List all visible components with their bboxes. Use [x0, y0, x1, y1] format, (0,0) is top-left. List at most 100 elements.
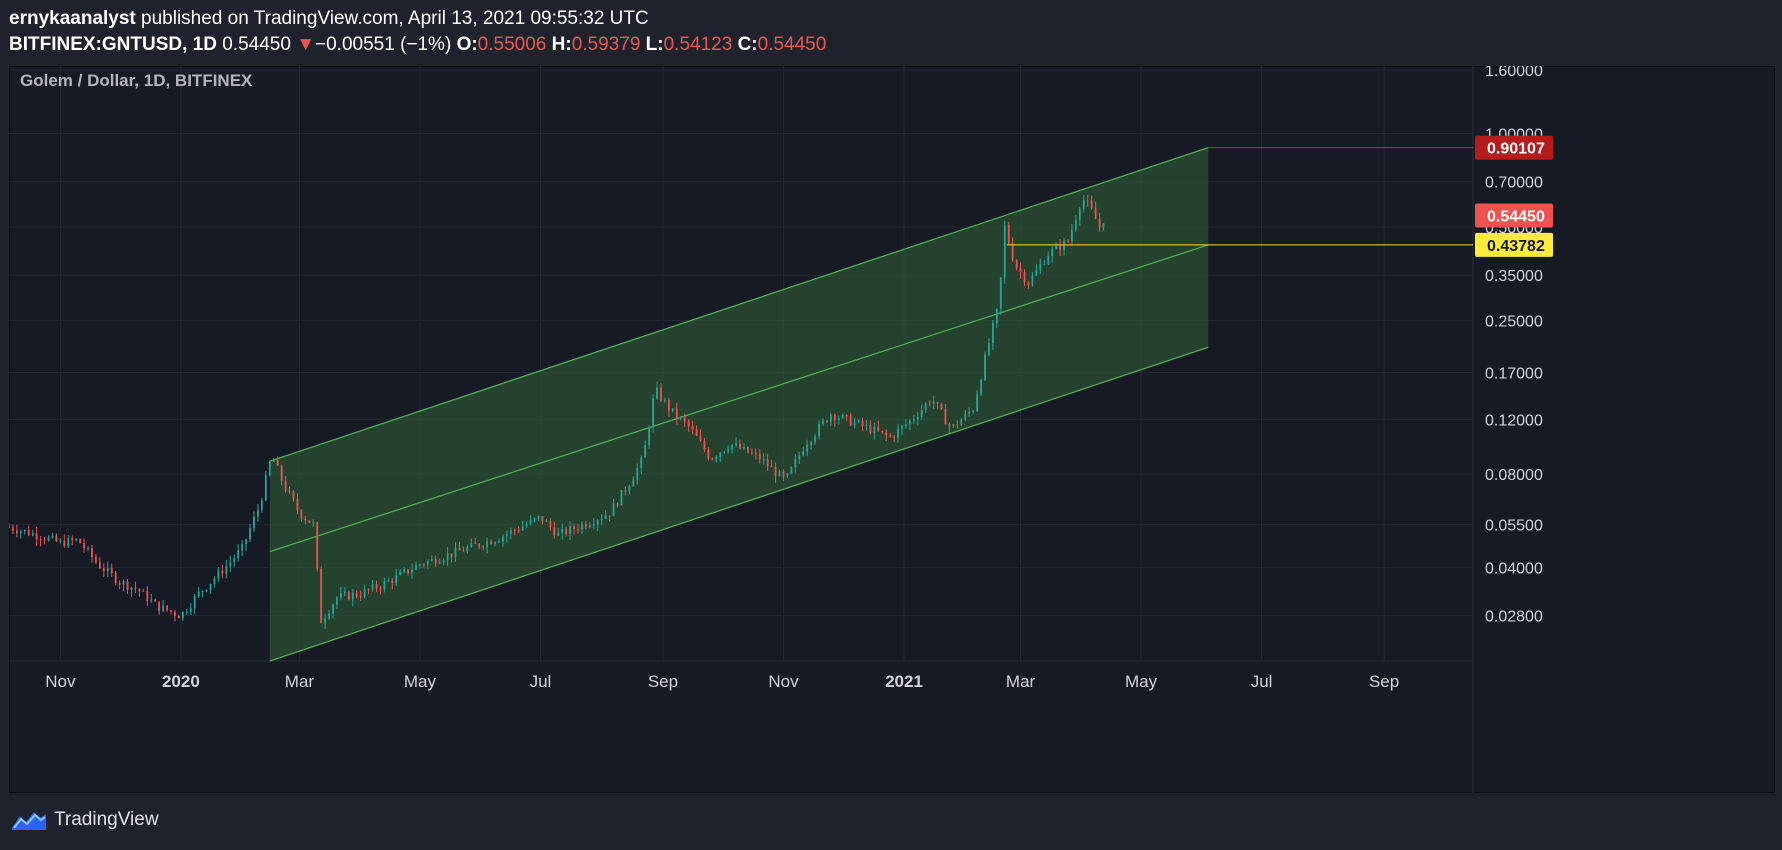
candle-body [75, 539, 78, 541]
candle-body [1055, 245, 1058, 250]
candle-body [865, 425, 868, 427]
candle-body [83, 543, 85, 549]
candle-body [1094, 208, 1097, 219]
candle-body [715, 457, 718, 460]
candle-body [67, 538, 70, 547]
channel-middle-line[interactable] [269, 244, 1209, 553]
candle-body [312, 522, 315, 524]
candle-body [683, 417, 686, 422]
candle-body [822, 420, 824, 425]
x-tick-label: Sep [648, 672, 678, 691]
high-value: 0.59379 [571, 34, 641, 55]
candle-body [992, 323, 994, 344]
candle-body [470, 542, 473, 548]
candle-body [276, 459, 279, 466]
candle-body [95, 557, 97, 563]
candle-body [988, 343, 990, 355]
candle-body [462, 550, 465, 552]
candle-body [968, 411, 971, 414]
candle-body [1043, 264, 1046, 266]
last-price: 0.54450 [222, 34, 291, 55]
y-tick-label: 0.25000 [1485, 313, 1543, 330]
candle-body [343, 592, 346, 594]
candle-body [841, 414, 844, 419]
candle-body [869, 425, 872, 434]
candle-body [861, 420, 864, 426]
y-tick-label: 1.60000 [1485, 66, 1543, 80]
candle-body [525, 524, 528, 527]
candle-body [616, 503, 619, 506]
tradingview-logo-icon[interactable] [10, 808, 48, 832]
candle-body [166, 605, 168, 611]
candle-body [557, 532, 560, 536]
candle-body [707, 449, 710, 459]
candle-body [494, 542, 496, 545]
candle-body [541, 515, 544, 522]
candle-body [51, 535, 54, 538]
candle-body [691, 426, 694, 430]
candle-body [980, 379, 982, 395]
candle-body [300, 510, 303, 519]
candle-body [513, 530, 516, 532]
candle-body [213, 578, 216, 584]
candle-body [719, 452, 722, 458]
candle-body [1027, 282, 1030, 286]
candle-body [964, 413, 967, 420]
x-tick-label: Jul [1251, 672, 1273, 691]
candle-body [35, 533, 38, 540]
candle-body [885, 431, 888, 436]
candle-body [19, 531, 22, 534]
candle-body [47, 537, 50, 541]
candle-body [205, 589, 208, 592]
candle-body [257, 509, 259, 517]
candle-body [264, 475, 267, 501]
candle-body [347, 592, 350, 600]
candle-body [446, 553, 449, 561]
chart-legend-title: Golem / Dollar, 1D, BITFINEX [20, 71, 253, 90]
candle-body [671, 408, 674, 411]
candle-body [956, 424, 959, 426]
y-tick-label: 0.17000 [1485, 365, 1543, 382]
candle-body [505, 534, 508, 537]
price-chart[interactable]: 1.600001.000000.700000.500000.350000.250… [9, 66, 1775, 793]
candle-body [565, 528, 568, 535]
candle-body [750, 452, 753, 454]
candle-body [284, 480, 287, 491]
chart-header: ernykaanalyst published on TradingView.c… [9, 6, 826, 58]
candle-body [960, 419, 963, 426]
candle-body [178, 615, 180, 619]
candle-body [43, 539, 46, 541]
candle-body [399, 571, 402, 575]
x-tick-label: 2021 [885, 672, 923, 691]
candle-body [889, 435, 892, 437]
candle-body [197, 591, 200, 597]
candle-body [336, 597, 338, 605]
candle-body [545, 521, 548, 523]
candle-body [237, 550, 240, 559]
candle-body [91, 547, 93, 558]
candle-body [1078, 208, 1081, 220]
candle-body [55, 535, 58, 542]
candle-body [1039, 264, 1042, 270]
candle-body [438, 562, 441, 564]
symbol-label: BITFINEX:GNTUSD, 1D [9, 34, 217, 55]
candle-body [174, 611, 176, 616]
candle-body [383, 581, 386, 589]
candle-body [355, 592, 358, 597]
y-tick-label: 0.12000 [1485, 412, 1543, 429]
candle-body [1015, 260, 1018, 269]
candle-body [430, 558, 433, 561]
candle-body [581, 523, 583, 530]
candle-body [893, 436, 896, 438]
candle-body [189, 608, 192, 612]
author-name[interactable]: ernykaanalyst [9, 8, 136, 29]
high-label: H: [551, 34, 572, 55]
candle-body [600, 518, 603, 521]
candle-body [1098, 218, 1101, 228]
candle-body [1102, 223, 1105, 228]
x-tick-label: May [1125, 672, 1158, 691]
tradingview-brand[interactable]: TradingView [54, 809, 159, 831]
candle-body [802, 451, 805, 456]
candle-body [71, 538, 74, 541]
candle-body [498, 541, 500, 543]
